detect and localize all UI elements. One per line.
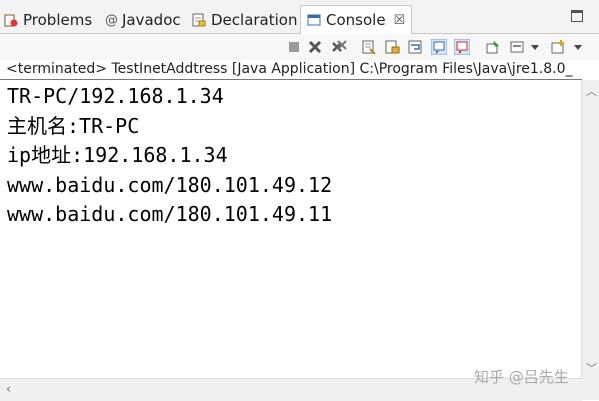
console-line: TR-PC/192.168.1.34 bbox=[7, 84, 224, 108]
terminate-icon[interactable] bbox=[286, 39, 302, 55]
scroll-down-arrow-icon[interactable]: ﹀ bbox=[586, 360, 597, 376]
console-line: www.baidu.com/180.101.49.12 bbox=[7, 172, 333, 197]
display-console-dropdown-icon[interactable] bbox=[529, 39, 541, 55]
display-selected-console-icon[interactable] bbox=[509, 39, 525, 55]
open-console-dropdown-icon[interactable] bbox=[572, 39, 584, 55]
maximize-view-icon[interactable] bbox=[571, 10, 583, 22]
console-output[interactable]: TR-PC/192.168.1.34 主机名:TR-PC ip地址:192.168.… bbox=[0, 82, 582, 376]
tab-declaration[interactable]: Declaration bbox=[192, 6, 297, 33]
console-line: www.baidu.com/180.101.49.11 bbox=[7, 202, 333, 226]
view-tab-bar: Problems @ Javadoc Declaration Console ☒ bbox=[0, 0, 599, 34]
open-console-icon[interactable] bbox=[550, 39, 566, 55]
scroll-up-arrow-icon[interactable]: ︿ bbox=[586, 83, 597, 99]
close-tab-icon[interactable]: ☒ bbox=[394, 13, 406, 28]
remove-all-terminated-icon[interactable] bbox=[331, 39, 347, 55]
console-icon bbox=[307, 13, 321, 27]
tab-problems[interactable]: Problems bbox=[4, 6, 92, 33]
scroll-left-arrow-icon[interactable]: ‹ bbox=[6, 382, 11, 397]
scrollbar-corner bbox=[582, 378, 599, 400]
tab-console[interactable]: Console ☒ bbox=[300, 5, 413, 34]
pin-console-icon[interactable] bbox=[485, 39, 501, 55]
javadoc-icon: @ bbox=[105, 12, 118, 28]
scroll-lock-icon[interactable] bbox=[384, 39, 400, 55]
word-wrap-icon[interactable] bbox=[407, 39, 423, 55]
tab-console-label: Console bbox=[326, 11, 386, 29]
problems-icon bbox=[4, 13, 18, 27]
console-process-label: <terminated> TestInetAddtress [Java Appl… bbox=[0, 60, 582, 80]
console-line: 主机名:TR-PC bbox=[7, 113, 140, 138]
show-console-on-stderr-icon[interactable] bbox=[454, 39, 470, 55]
vertical-scrollbar[interactable]: ︿ ﹀ bbox=[581, 80, 599, 379]
tab-javadoc-label: Javadoc bbox=[122, 10, 181, 29]
clear-console-icon[interactable] bbox=[361, 39, 377, 55]
tab-declaration-label: Declaration bbox=[211, 10, 298, 29]
watermark: 知乎 @吕先生 bbox=[474, 368, 569, 386]
console-line: ip地址:192.168.1.34 bbox=[7, 143, 228, 167]
declaration-icon bbox=[192, 13, 206, 27]
remove-launch-icon[interactable] bbox=[307, 39, 323, 55]
tab-problems-label: Problems bbox=[23, 10, 93, 29]
tab-javadoc[interactable]: @ Javadoc bbox=[105, 6, 181, 33]
console-toolbar bbox=[0, 34, 599, 60]
show-console-on-stdout-icon[interactable] bbox=[431, 39, 447, 55]
